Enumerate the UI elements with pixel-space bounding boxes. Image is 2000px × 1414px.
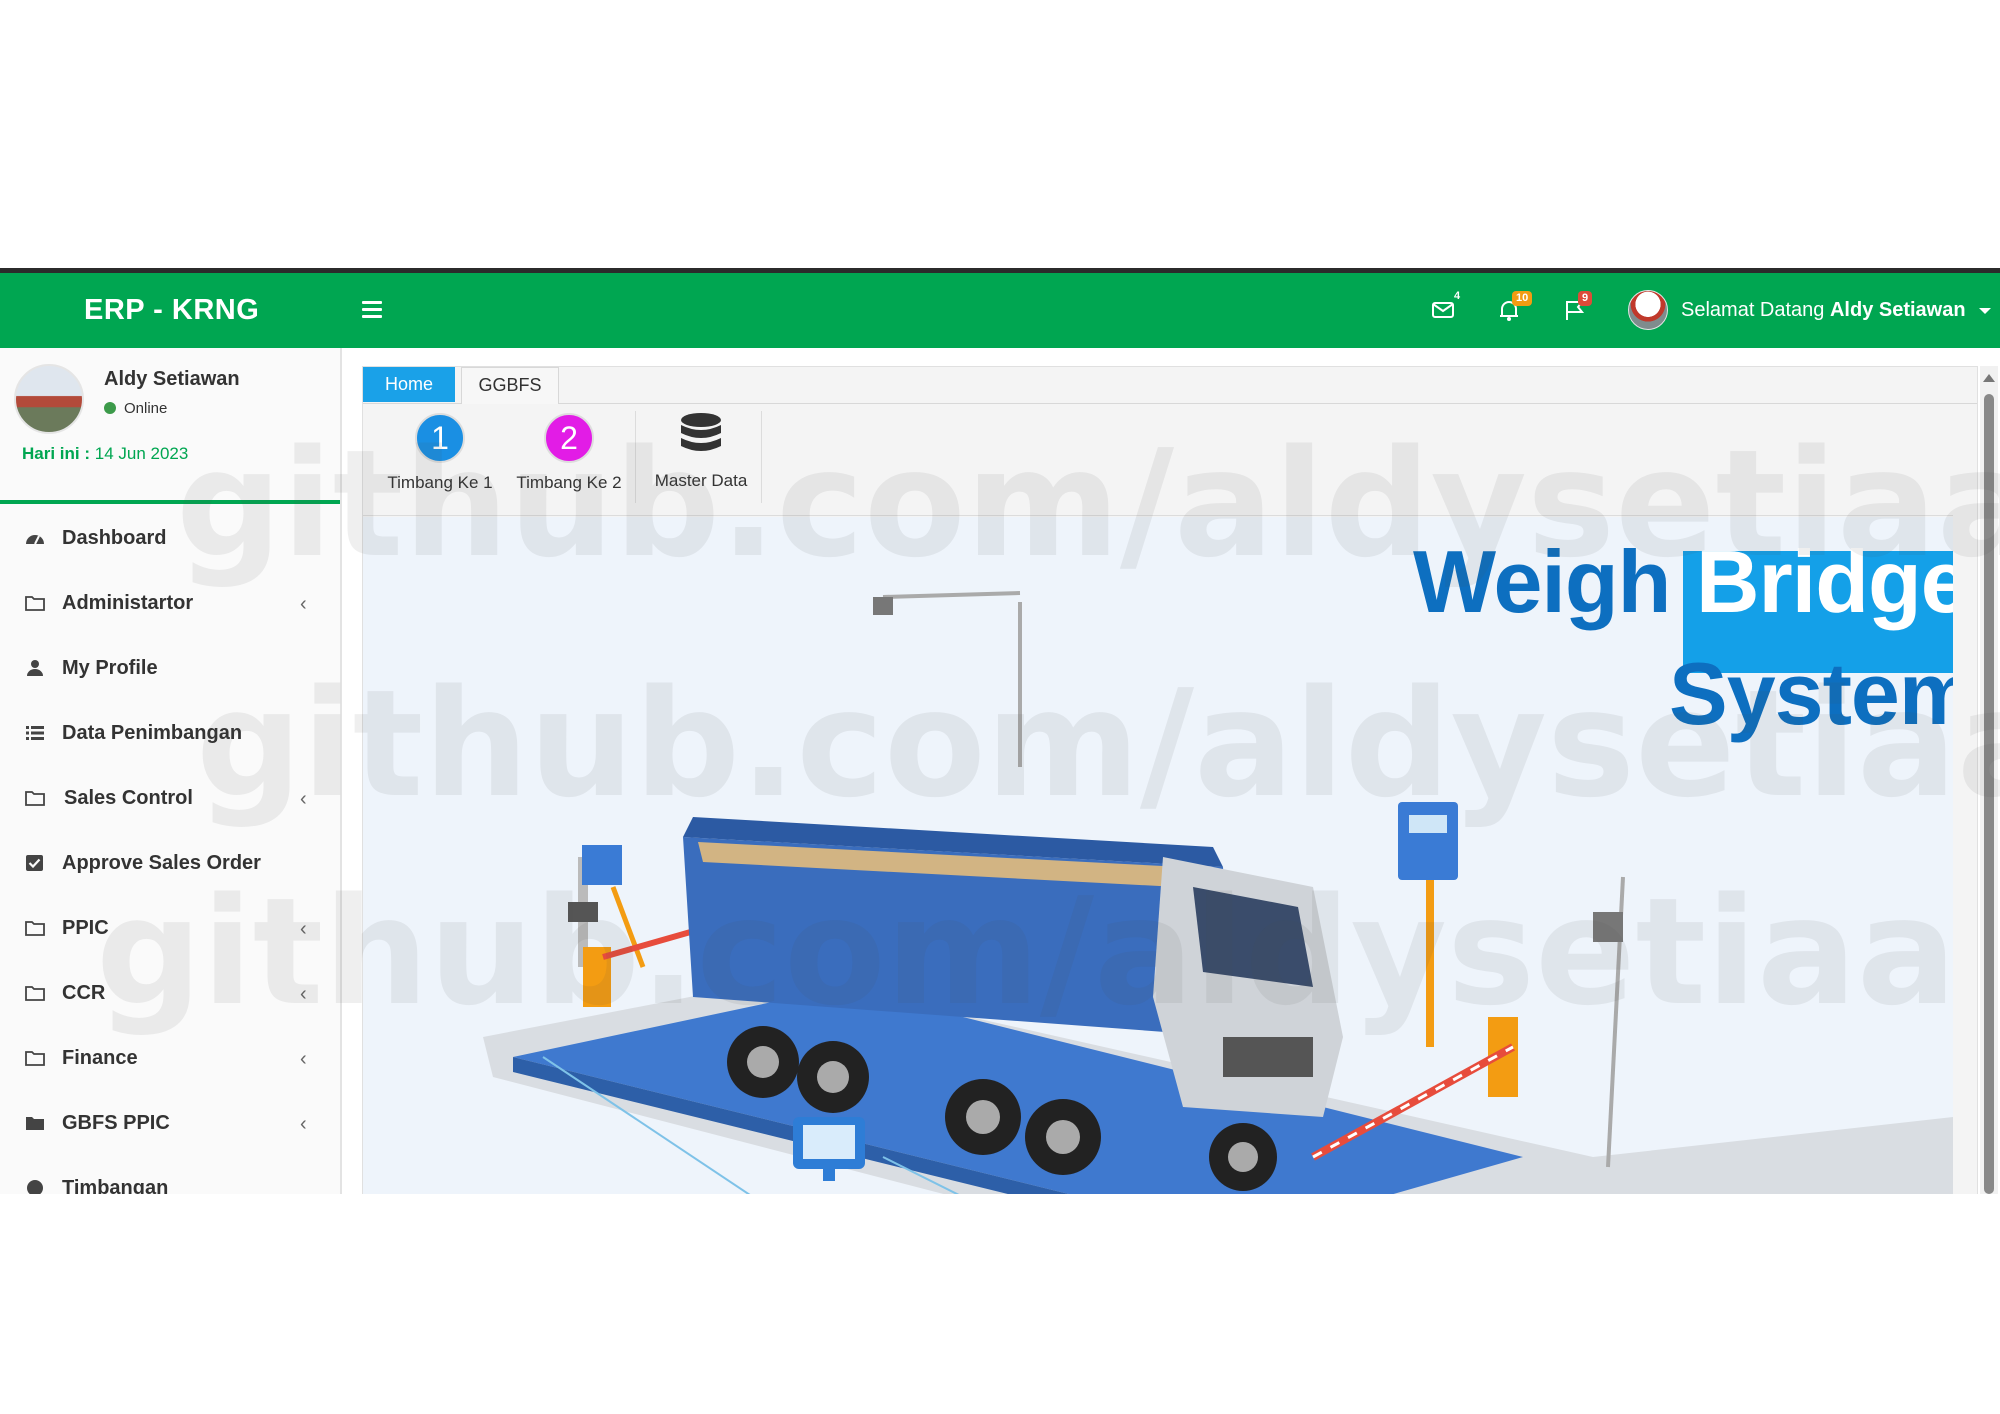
ribbon-divider <box>761 411 762 503</box>
mail-count-badge: 4 <box>1454 290 1461 302</box>
online-dot-icon <box>104 402 116 414</box>
sidebar-item-label: Finance <box>62 1047 138 1069</box>
top-navbar: ERP - KRNG 4 10 9 Selamat Datang Aldy Se… <box>0 273 2000 348</box>
flag-icon[interactable]: 9 <box>1562 291 1593 323</box>
hero-title-weigh: Weigh <box>1413 532 1671 631</box>
sidebar-avatar <box>14 364 84 434</box>
tab-ggbfs[interactable]: GGBFS <box>461 367 559 404</box>
circle-icon <box>27 1180 43 1194</box>
folder-icon <box>25 791 45 806</box>
sidebar-item-label: PPIC <box>62 917 109 939</box>
erp-app: ERP - KRNG 4 10 9 Selamat Datang Aldy Se… <box>0 268 2000 1194</box>
sidebar-menu: Dashboard Administartor ‹ My Profile Dat… <box>0 506 340 1194</box>
folder-icon <box>25 921 45 936</box>
sidebar-item-administartor[interactable]: Administartor ‹ <box>0 571 340 636</box>
sidebar-item-finance[interactable]: Finance ‹ <box>0 1026 340 1091</box>
chevron-left-icon: ‹ <box>300 1048 307 1070</box>
sidebar-item-timbangan[interactable]: Timbangan <box>0 1156 340 1194</box>
folder-filled-icon <box>26 1117 44 1130</box>
user-icon <box>27 660 43 676</box>
online-status: Online <box>104 400 167 417</box>
sidebar-user-panel: Aldy Setiawan Online Hari ini : 14 Jun 2… <box>0 348 340 506</box>
sidebar-item-label: Approve Sales Order <box>62 852 261 874</box>
sidebar-toggle-icon[interactable] <box>362 297 382 319</box>
sidebar-item-label: Dashboard <box>62 527 167 549</box>
number-two-icon: 2 <box>544 413 594 463</box>
flag-count-badge: 9 <box>1578 291 1593 306</box>
sidebar-item-label: Data Penimbangan <box>62 722 243 744</box>
brand-logo[interactable]: ERP - KRNG <box>84 294 259 327</box>
list-icon <box>26 726 44 740</box>
date-label: Hari ini : <box>22 444 91 463</box>
weighbridge-banner: Weigh Bridge System <box>363 517 1953 1194</box>
tab-panel: Home GGBFS 1 Timbang Ke 1 2 Timbang Ke 2 <box>362 366 1978 1194</box>
sidebar-item-data-penimbangan[interactable]: Data Penimbangan <box>0 701 340 766</box>
sidebar-item-sales-control[interactable]: Sales Control ‹ <box>0 766 340 831</box>
greeting-text: Selamat Datang <box>1681 299 1825 321</box>
status-label: Online <box>124 400 168 417</box>
dashboard-icon <box>26 535 44 545</box>
sidebar: Aldy Setiawan Online Hari ini : 14 Jun 2… <box>0 348 342 1194</box>
hero-title-system: System <box>1669 644 1953 743</box>
master-data-button[interactable]: Master Data <box>645 409 757 505</box>
timbang-ke-2-button[interactable]: 2 Timbang Ke 2 <box>513 409 625 505</box>
folder-icon <box>25 596 45 611</box>
master-data-label: Master Data <box>654 471 748 490</box>
sidebar-item-approve-sales-order[interactable]: Approve Sales Order <box>0 831 340 896</box>
mail-icon[interactable]: 4 <box>1430 290 1460 323</box>
sidebar-item-label: Timbangan <box>62 1177 169 1194</box>
chevron-left-icon: ‹ <box>300 918 307 940</box>
check-square-icon <box>26 855 43 871</box>
caret-down-icon <box>1979 307 1992 314</box>
sidebar-item-my-profile[interactable]: My Profile <box>0 636 340 701</box>
sidebar-item-label: Administartor <box>62 592 194 614</box>
sidebar-item-ppic[interactable]: PPIC ‹ <box>0 896 340 961</box>
folder-icon <box>25 1051 45 1066</box>
welcome-text: Selamat Datang Aldy Setiawan <box>1681 299 1992 322</box>
sidebar-item-gbfs-ppic[interactable]: GBFS PPIC ‹ <box>0 1091 340 1156</box>
content-scrollbar[interactable] <box>1980 366 1998 1194</box>
sidebar-item-label: My Profile <box>62 657 158 679</box>
sidebar-item-label: CCR <box>62 982 106 1004</box>
sidebar-item-ccr[interactable]: CCR ‹ <box>0 961 340 1026</box>
sidebar-item-label: GBFS PPIC <box>62 1112 170 1134</box>
bell-icon[interactable]: 10 <box>1496 291 1533 323</box>
number-one-icon: 1 <box>415 413 465 463</box>
header-avatar <box>1628 290 1668 330</box>
sidebar-item-dashboard[interactable]: Dashboard <box>0 506 340 571</box>
header-username: Aldy Setiawan <box>1829 299 1966 321</box>
timbang-ke-1-button[interactable]: 1 Timbang Ke 1 <box>385 409 495 505</box>
today-date: Hari ini : 14 Jun 2023 <box>22 444 188 464</box>
timbang-ke-1-label: Timbang Ke 1 <box>387 473 493 492</box>
date-value: 14 Jun 2023 <box>94 444 189 463</box>
tab-bar: Home GGBFS <box>363 367 1977 404</box>
sidebar-item-label: Sales Control <box>64 787 193 809</box>
timbang-ke-2-label: Timbang Ke 2 <box>516 473 622 492</box>
chevron-left-icon: ‹ <box>300 1113 307 1135</box>
ribbon-divider <box>635 411 636 503</box>
main-content: Home GGBFS 1 Timbang Ke 1 2 Timbang Ke 2 <box>342 348 2000 1194</box>
chevron-left-icon: ‹ <box>300 983 307 1005</box>
chevron-left-icon: ‹ <box>300 788 307 810</box>
ribbon-toolbar: 1 Timbang Ke 1 2 Timbang Ke 2 Master Dat… <box>363 403 1953 516</box>
folder-icon <box>25 986 45 1001</box>
chevron-left-icon: ‹ <box>300 593 307 615</box>
scroll-up-arrow-icon[interactable] <box>1983 374 1995 382</box>
sidebar-divider <box>0 500 340 504</box>
scrollbar-thumb[interactable] <box>1984 394 1994 1194</box>
hero-title-bridge: Bridge <box>1696 532 1953 631</box>
tab-home[interactable]: Home <box>363 367 455 402</box>
notification-count-badge: 10 <box>1512 291 1533 306</box>
sidebar-username: Aldy Setiawan <box>104 368 240 390</box>
database-icon <box>681 413 721 451</box>
